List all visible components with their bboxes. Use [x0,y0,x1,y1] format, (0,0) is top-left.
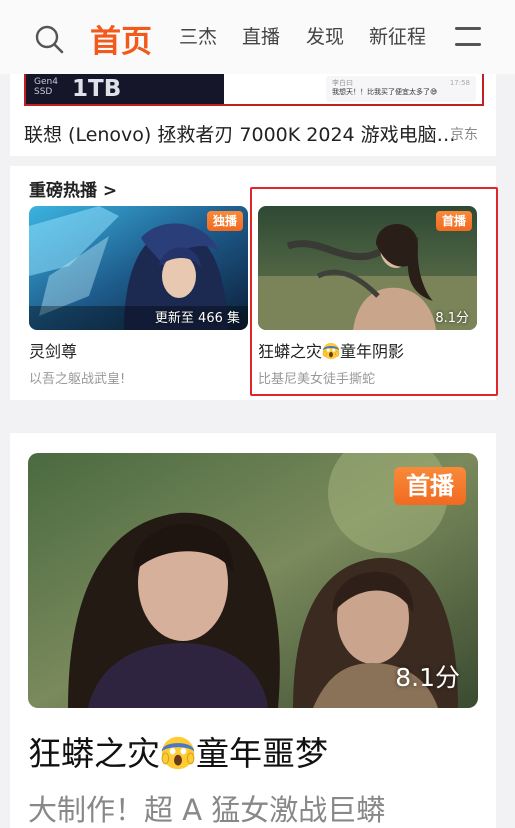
feature-title-part2: 童年噩梦 [196,734,328,773]
ad-title[interactable]: 联想 (Lenovo) 拯救者刃 7000K 2024 游戏电脑… [24,120,456,147]
tab-new-journey[interactable]: 新征程 [369,22,426,49]
tab-home[interactable]: 首页 [90,16,152,61]
feature-subtitle: 大制作！超 A 猛女激战巨蟒 [28,793,386,827]
feature-thumbnail[interactable]: 首播 8.1分 [28,453,478,708]
video-thumbnail[interactable]: 独播 更新至 466 集 [29,206,248,330]
tab-live[interactable]: 直播 [242,22,280,49]
video-card-lingjianzun[interactable]: 独播 更新至 466 集 灵剑尊 以吾之躯战武皇! [29,206,248,396]
ssd-product-image: Gen4 SSD 1TB [26,74,224,104]
ssd-gen-label: Gen4 [34,77,58,87]
ad-card[interactable]: Gen4 SSD 1TB 李白曰 17:58 我想天！！比我买了便宜太多了😅 联想… [10,74,496,156]
highlight-box [250,187,498,396]
ssd-label: SSD [34,87,53,97]
tab-sanjie[interactable]: 三杰 [179,22,217,49]
chat-message: 我想天！！比我买了便宜太多了😅 [332,88,438,96]
chat-time: 17:58 [449,79,470,87]
section-title-hot[interactable]: 重磅热播 > [29,176,117,201]
chat-snippet: 李白曰 17:58 我想天！！比我买了便宜太多了😅 [326,76,476,102]
episode-count: 更新至 466 集 [154,311,240,326]
ssd-capacity: 1TB [72,76,122,102]
feature-card[interactable]: 首播 8.1分 狂蟒之灾 童年噩梦 大制作！超 A 猛女激战巨蟒 [10,433,496,828]
ad-source-label: 京东 [450,127,478,143]
premiere-badge: 首播 [394,467,466,505]
top-nav-bar: 首页 三杰 直播 发现 新征程 [0,0,515,74]
scream-emoji-icon [161,736,195,770]
feature-title-part1: 狂蟒之灾 [28,734,160,773]
chat-user-name: 李白曰 [332,79,353,87]
card-title[interactable]: 灵剑尊 [29,338,77,362]
exclusive-badge: 独播 [206,211,243,231]
card-subtitle: 以吾之躯战武皇! [29,372,126,387]
feature-title[interactable]: 狂蟒之灾 童年噩梦 [28,727,328,775]
ad-banner-image[interactable]: Gen4 SSD 1TB 李白曰 17:58 我想天！！比我买了便宜太多了😅 [24,74,484,106]
menu-icon[interactable] [455,27,481,47]
rating-score: 8.1分 [395,663,460,692]
tab-discover[interactable]: 发现 [306,22,344,49]
search-icon[interactable] [34,24,64,54]
